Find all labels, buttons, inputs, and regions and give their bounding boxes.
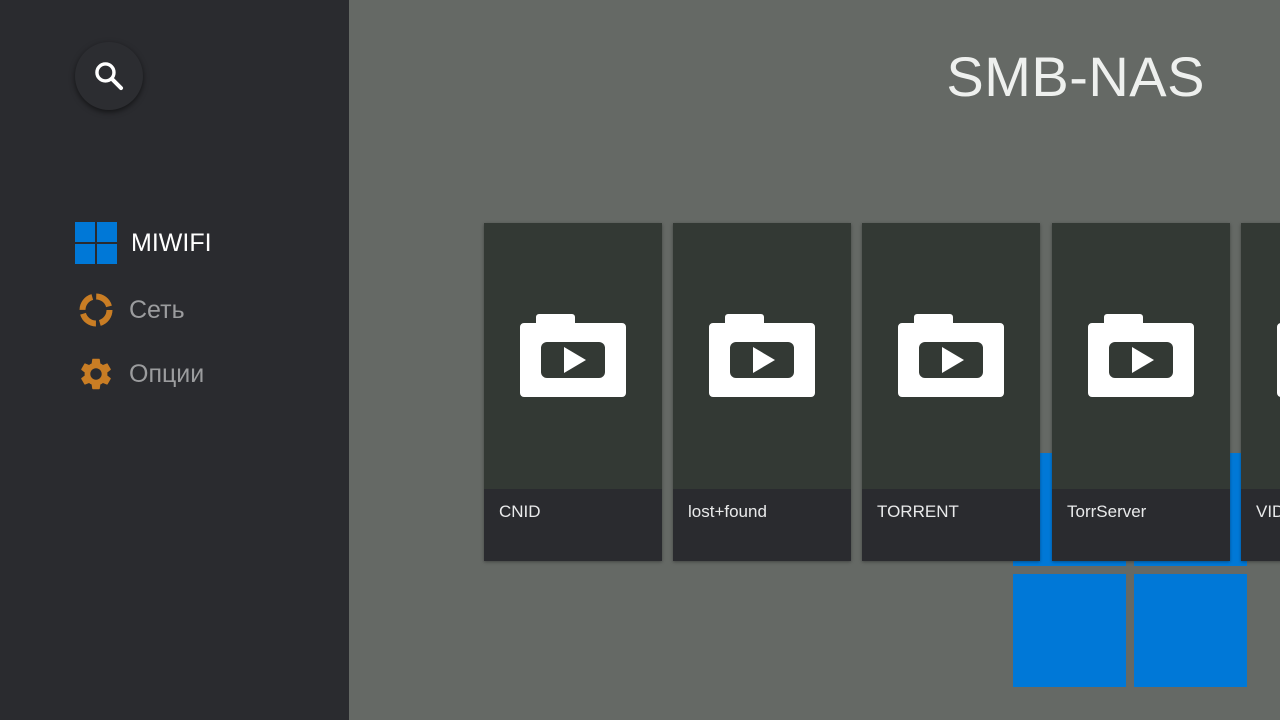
windows-logo-icon xyxy=(75,222,117,264)
card-title: TORRENT xyxy=(877,502,959,521)
gear-icon xyxy=(75,353,117,395)
folder-card-torrserver[interactable]: TorrServer xyxy=(1052,223,1230,561)
sidebar-item-miwifi[interactable]: MIWIFI xyxy=(75,221,212,265)
logo-tile xyxy=(1134,574,1247,687)
card-title: TorrServer xyxy=(1067,502,1147,521)
video-folder-icon xyxy=(898,314,1004,397)
card-footer: CNID xyxy=(484,489,662,561)
video-folder-icon xyxy=(1277,323,1280,397)
sidebar-item-options[interactable]: Опции xyxy=(75,352,204,396)
card-footer: lost+found xyxy=(673,489,851,561)
logo-tile xyxy=(1013,574,1126,687)
card-art xyxy=(673,223,851,489)
card-title: CNID xyxy=(499,502,541,521)
folder-card-torrent[interactable]: TORRENT xyxy=(862,223,1040,561)
search-button[interactable] xyxy=(75,42,143,110)
folder-card-cnid[interactable]: CNID xyxy=(484,223,662,561)
card-art xyxy=(484,223,662,489)
card-footer: TorrServer xyxy=(1052,489,1230,561)
sidebar: MIWIFI Сеть Опции xyxy=(0,0,349,720)
card-title: lost+found xyxy=(688,502,767,521)
card-art xyxy=(1241,223,1280,489)
video-folder-icon xyxy=(1088,314,1194,397)
card-art xyxy=(862,223,1040,489)
sidebar-item-label: Сеть xyxy=(129,295,185,324)
page-title: SMB-NAS xyxy=(946,45,1205,108)
card-title: VID xyxy=(1256,502,1280,521)
card-footer: VID xyxy=(1241,489,1280,561)
sidebar-item-network[interactable]: Сеть xyxy=(75,288,185,332)
video-folder-icon xyxy=(709,314,815,397)
folder-card-vid[interactable]: VID xyxy=(1241,223,1280,561)
folder-card-lost-found[interactable]: lost+found xyxy=(673,223,851,561)
card-footer: TORRENT xyxy=(862,489,1040,561)
search-icon xyxy=(95,62,124,91)
network-ring-icon xyxy=(75,289,117,331)
video-folder-icon xyxy=(520,314,626,397)
card-art xyxy=(1052,223,1230,489)
sidebar-item-label: Опции xyxy=(129,359,205,388)
sidebar-item-label: MIWIFI xyxy=(131,228,212,257)
screen: MIWIFI Сеть Опции SMB-NAS CNID lost+foun… xyxy=(0,0,1280,720)
